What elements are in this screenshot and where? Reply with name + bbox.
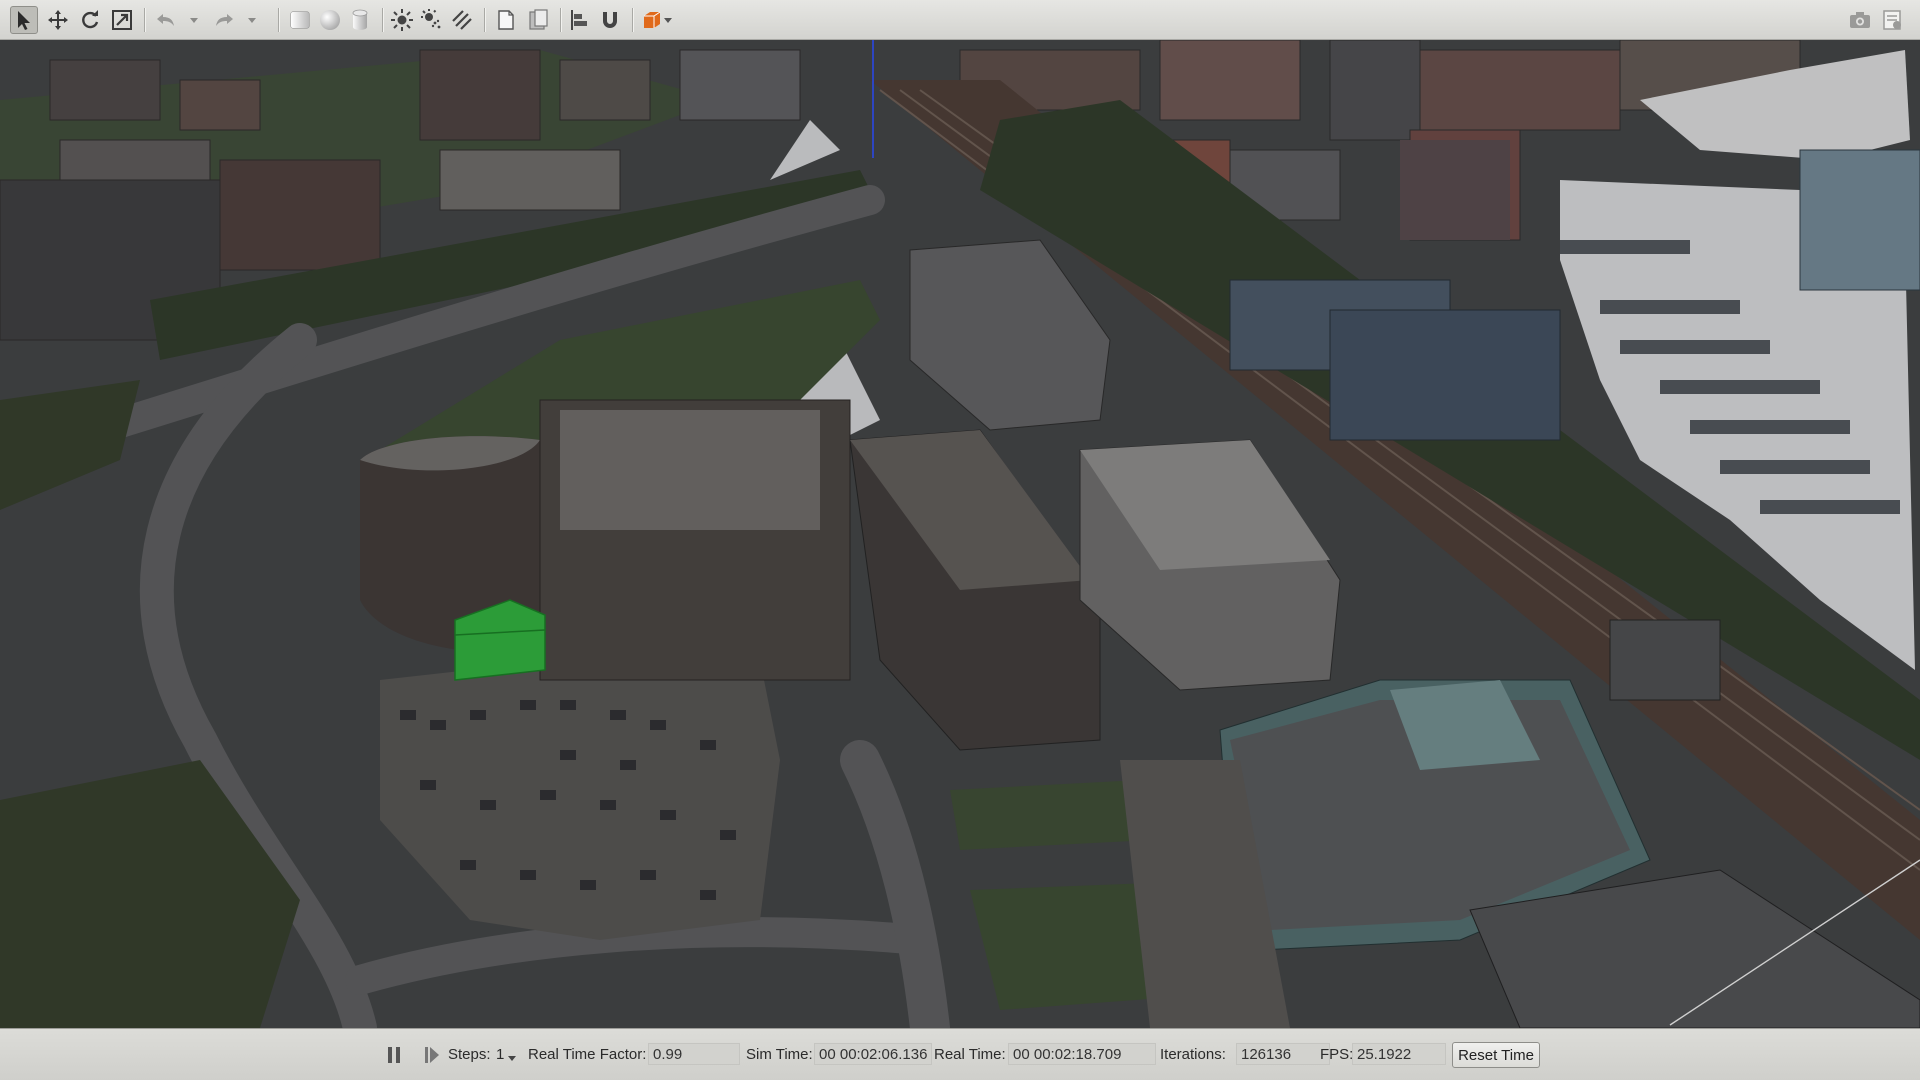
screenshot-icon[interactable] [1846, 6, 1874, 34]
cylinder-icon[interactable] [346, 6, 374, 34]
toolbar-separator [484, 8, 486, 32]
view-angle-icon[interactable] [638, 6, 666, 34]
steps-label: Steps: [448, 1046, 491, 1063]
align-icon[interactable] [566, 6, 594, 34]
top-toolbar [0, 0, 1920, 40]
log-icon[interactable] [1878, 6, 1906, 34]
redo-icon[interactable] [210, 6, 238, 34]
steps-value[interactable]: 1 [496, 1045, 504, 1065]
step-icon[interactable] [424, 1045, 440, 1065]
rotate-icon[interactable] [76, 6, 104, 34]
steps-dropdown-icon[interactable] [508, 1055, 516, 1063]
real-time-factor-label: Real Time Factor: [528, 1046, 647, 1063]
3d-viewport[interactable] [0, 40, 1920, 1028]
scale-icon[interactable] [108, 6, 136, 34]
box-icon[interactable] [286, 6, 314, 34]
gazebo-window: Steps: 1 Real Time Factor: 0.99 Sim Time… [0, 0, 1920, 1080]
redo-dropdown-icon[interactable] [248, 16, 256, 24]
pause-icon[interactable] [386, 1045, 402, 1065]
select-arrow-icon[interactable] [10, 6, 38, 34]
spot-light-icon[interactable] [418, 6, 446, 34]
toolbar-separator [632, 8, 634, 32]
toolbar-separator [144, 8, 146, 32]
translate-icon[interactable] [44, 6, 72, 34]
sim-time-label: Sim Time: [746, 1046, 813, 1063]
directional-light-icon[interactable] [448, 6, 476, 34]
real-time-factor-value: 0.99 [648, 1043, 740, 1065]
toolbar-separator [560, 8, 562, 32]
undo-dropdown-icon[interactable] [190, 16, 198, 24]
paste-icon[interactable] [524, 6, 552, 34]
sphere-icon[interactable] [316, 6, 344, 34]
view-angle-dropdown-icon[interactable] [664, 16, 672, 24]
snap-icon[interactable] [596, 6, 624, 34]
point-light-icon[interactable] [388, 6, 416, 34]
reset-time-button[interactable]: Reset Time [1452, 1042, 1540, 1068]
photogrammetry-scene [0, 40, 1920, 1028]
real-time-label: Real Time: [934, 1046, 1006, 1063]
copy-icon[interactable] [492, 6, 520, 34]
fps-label: FPS: [1320, 1046, 1354, 1063]
iterations-label: Iterations: [1160, 1046, 1226, 1063]
iterations-value: 126136 [1236, 1043, 1330, 1065]
toolbar-separator [278, 8, 280, 32]
bottom-statusbar: Steps: 1 Real Time Factor: 0.99 Sim Time… [0, 1028, 1920, 1080]
real-time-value: 00 00:02:18.709 [1008, 1043, 1156, 1065]
undo-icon[interactable] [152, 6, 180, 34]
fps-value: 25.1922 [1352, 1043, 1446, 1065]
toolbar-separator [382, 8, 384, 32]
sim-time-value: 00 00:02:06.136 [814, 1043, 932, 1065]
